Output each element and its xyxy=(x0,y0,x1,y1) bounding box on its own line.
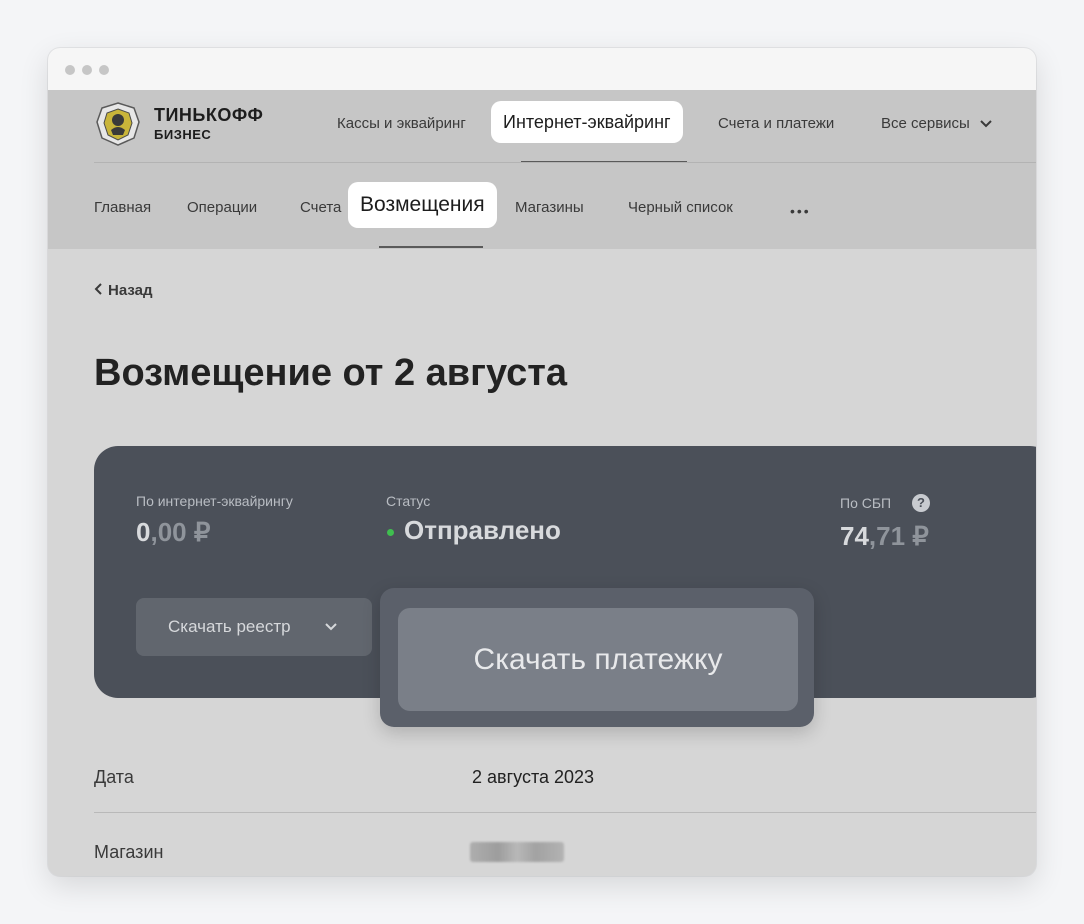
redacted-shop-name xyxy=(470,842,564,862)
more-icon[interactable]: ••• xyxy=(790,203,811,219)
brand-subtitle: БИЗНЕС xyxy=(154,127,212,142)
help-icon[interactable]: ? xyxy=(912,494,930,512)
sub-navigation: Главная Операции Счета Возмещения Магази… xyxy=(48,163,1036,249)
active-subtab-underline xyxy=(379,246,483,248)
download-payment-popover: Скачать платежку xyxy=(380,588,814,727)
tinkoff-logo-icon[interactable] xyxy=(94,100,142,148)
chevron-down-icon xyxy=(980,120,992,128)
amount-whole: 0 xyxy=(136,517,151,547)
detail-row-divider xyxy=(94,812,1036,813)
window-control-dot[interactable] xyxy=(65,65,75,75)
top-nav-item-accounts-payments[interactable]: Счета и платежи xyxy=(718,115,834,132)
detail-value-date: 2 августа 2023 xyxy=(472,767,595,787)
download-payment-button[interactable]: Скачать платежку xyxy=(398,608,798,711)
back-link[interactable]: Назад xyxy=(94,282,152,299)
sub-nav-item-shops[interactable]: Магазины xyxy=(515,199,584,216)
window-control-dot[interactable] xyxy=(82,65,92,75)
internet-acquiring-amount: 0,00 ₽ xyxy=(136,517,210,548)
all-services-label: Все сервисы xyxy=(881,115,970,132)
amount-whole: 74 xyxy=(840,521,869,551)
status-value: Отправлено xyxy=(404,515,561,545)
download-registry-label: Скачать реестр xyxy=(168,617,291,636)
amount-fraction: ,00 ₽ xyxy=(150,517,211,547)
detail-label-date: Дата xyxy=(94,767,134,787)
status-label: Статус xyxy=(386,493,431,509)
sub-nav-item-reimbursements[interactable]: Возмещения xyxy=(348,182,497,228)
back-label: Назад xyxy=(108,282,153,299)
top-nav-item-internet-acquiring[interactable]: Интернет-эквайринг xyxy=(491,101,683,143)
detail-label-shop: Магазин xyxy=(94,842,164,862)
sub-nav-item-accounts[interactable]: Счета xyxy=(300,199,341,216)
window-titlebar xyxy=(48,48,1036,91)
sub-nav-item-main[interactable]: Главная xyxy=(94,199,151,216)
sbp-amount: 74,71 ₽ xyxy=(840,521,929,552)
browser-window: ТИНЬКОФФ БИЗНЕС Кассы и эквайринг Интерн… xyxy=(48,48,1036,876)
sbp-label: По СБП xyxy=(840,495,892,511)
download-registry-button[interactable]: Скачать реестр xyxy=(136,598,372,656)
top-navigation: ТИНЬКОФФ БИЗНЕС Кассы и эквайринг Интерн… xyxy=(48,90,1036,163)
chevron-left-icon xyxy=(94,283,102,295)
internet-acquiring-label: По интернет-эквайрингу xyxy=(136,493,293,509)
status-dot-icon xyxy=(387,529,394,536)
top-nav-item-kassy[interactable]: Кассы и эквайринг xyxy=(337,115,466,132)
page-title: Возмещение от 2 августа xyxy=(94,352,568,394)
amount-fraction: ,71 ₽ xyxy=(868,521,929,551)
window-control-dot[interactable] xyxy=(99,65,109,75)
sub-nav-item-blacklist[interactable]: Черный список xyxy=(628,199,733,216)
top-nav-item-all-services[interactable]: Все сервисы xyxy=(881,115,992,132)
brand-name: ТИНЬКОФФ xyxy=(154,105,264,125)
sub-nav-item-operations[interactable]: Операции xyxy=(187,199,257,216)
chevron-down-icon xyxy=(325,623,337,631)
